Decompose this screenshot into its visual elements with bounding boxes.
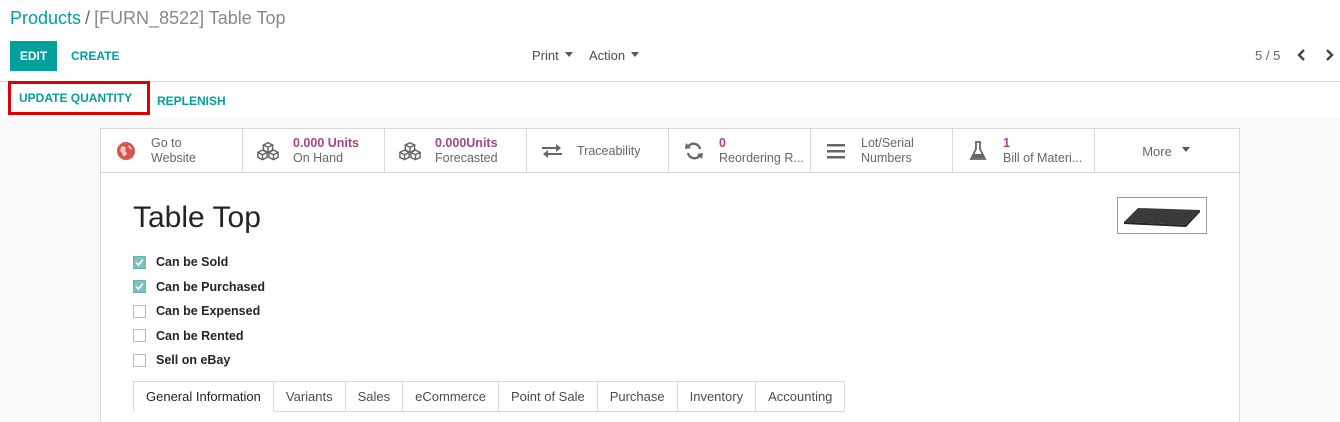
print-label: Print (532, 48, 559, 63)
replenish-button[interactable]: REPLENISH (149, 86, 234, 116)
caret-down-icon (631, 52, 640, 58)
edit-button[interactable]: EDIT (10, 41, 57, 71)
smart-btn-label-top: Lot/Serial (861, 136, 914, 150)
tab-sales[interactable]: Sales (345, 381, 404, 412)
smart-btn-label: Website (151, 151, 196, 165)
pager-previous-icon[interactable] (1297, 48, 1307, 66)
smart-btn-label: Bill of Materi... (1003, 151, 1083, 165)
checkbox-label: Can be Expensed (156, 304, 261, 319)
more-button[interactable]: More (1095, 129, 1237, 173)
breadcrumb-products-link[interactable]: Products (10, 8, 81, 28)
checkbox-label: Sell on eBay (156, 353, 231, 368)
can-be-purchased-row: Can be Purchased (133, 275, 265, 300)
notebook-tabs: General Information Variants Sales eComm… (133, 381, 846, 412)
flask-icon (967, 140, 989, 162)
smart-btn-label-top: Go to (151, 136, 182, 150)
go-to-website-button[interactable]: Go to Website (101, 129, 243, 173)
can-be-rented-row: Can be Rented (133, 324, 265, 349)
action-dropdown[interactable]: Action (589, 48, 640, 63)
statusbar: UPDATE QUANTITY REPLENISH (0, 81, 1340, 118)
sell-on-ebay-checkbox[interactable] (133, 353, 146, 367)
reordering-rules-button[interactable]: 0 Reordering R... (669, 129, 811, 173)
traceability-button[interactable]: Traceability (527, 129, 669, 173)
can-be-purchased-checkbox[interactable] (133, 280, 146, 294)
on-hand-value: 0.000 Units (293, 136, 360, 150)
checkbox-label: Can be Rented (156, 328, 244, 343)
reordering-value: 0 (719, 136, 726, 150)
bars-icon (825, 140, 847, 162)
pager-next-icon[interactable] (1324, 48, 1334, 66)
caret-down-icon (1181, 146, 1190, 152)
control-panel: Products / [FURN_8522] Table Top EDIT CREA… (0, 0, 1340, 82)
can-be-expensed-row: Can be Expensed (133, 299, 265, 324)
can-be-expensed-checkbox[interactable] (133, 304, 146, 318)
can-be-sold-row: Can be Sold (133, 250, 265, 275)
forecasted-value: 0.000Units (435, 136, 498, 150)
tab-purchase[interactable]: Purchase (597, 381, 678, 412)
action-label: Action (589, 48, 626, 63)
product-options: Can be Sold Can be Purchased Can be Expe… (133, 250, 265, 373)
lot-serial-numbers-button[interactable]: Lot/Serial Numbers (811, 129, 953, 173)
tab-point-of-sale[interactable]: Point of Sale (498, 381, 598, 412)
smart-btn-label: Reordering R... (719, 151, 804, 165)
smart-buttons: Go to Website 0.000 Units On Hand 0.000Uni… (101, 129, 1239, 173)
checkbox-label: Can be Sold (156, 255, 229, 270)
print-dropdown[interactable]: Print (532, 48, 573, 63)
smart-btn-label: Numbers (861, 151, 912, 165)
tab-ecommerce[interactable]: eCommerce (403, 381, 499, 412)
can-be-sold-checkbox[interactable] (133, 255, 146, 269)
form-sheet: Go to Website 0.000 Units On Hand 0.000Uni… (100, 128, 1240, 422)
caret-down-icon (564, 52, 573, 58)
tab-general-information[interactable]: General Information (133, 381, 274, 412)
cubes-icon (399, 140, 421, 162)
smart-btn-label: Forecasted (435, 151, 498, 165)
on-hand-button[interactable]: 0.000 Units On Hand (243, 129, 385, 173)
more-label: More (1142, 143, 1172, 159)
product-image[interactable] (1117, 197, 1207, 234)
update-quantity-button[interactable]: UPDATE QUANTITY (8, 81, 150, 115)
exchange-icon (541, 140, 563, 162)
sell-on-ebay-row: Sell on eBay (133, 348, 265, 373)
breadcrumb: Products / [FURN_8522] Table Top (10, 8, 286, 29)
breadcrumb-separator: / (85, 8, 91, 28)
pager-value[interactable]: 5 / 5 (1255, 48, 1280, 63)
create-button[interactable]: CREATE (63, 41, 127, 71)
product-title[interactable]: Table Top (133, 201, 261, 235)
can-be-rented-checkbox[interactable] (133, 329, 146, 343)
smart-btn-label: On Hand (293, 151, 344, 165)
bill-of-materials-button[interactable]: 1 Bill of Materi... (953, 129, 1095, 173)
bom-value: 1 (1003, 136, 1010, 150)
checkbox-label: Can be Purchased (156, 279, 266, 294)
cubes-icon (257, 140, 279, 162)
breadcrumb-current: [FURN_8522] Table Top (94, 8, 286, 28)
tab-variants[interactable]: Variants (273, 381, 346, 412)
globe-icon (115, 140, 137, 162)
tab-inventory[interactable]: Inventory (677, 381, 757, 412)
forecasted-button[interactable]: 0.000Units Forecasted (385, 129, 527, 173)
tab-accounting[interactable]: Accounting (756, 381, 846, 412)
smart-btn-label: Traceability (577, 143, 641, 158)
refresh-icon (683, 140, 705, 162)
